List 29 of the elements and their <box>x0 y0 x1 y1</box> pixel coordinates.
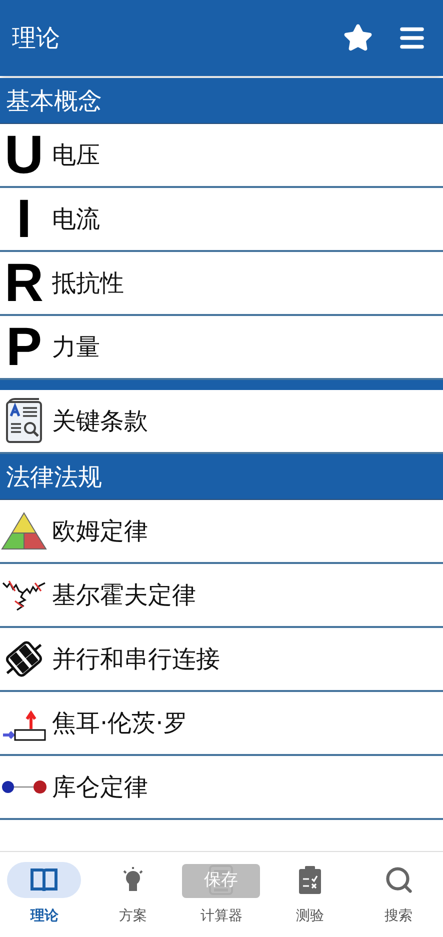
item-label: 抵抗性 <box>52 268 124 299</box>
item-label: 电压 <box>52 140 100 171</box>
charges-icon <box>1 779 47 795</box>
item-label: 库仑定律 <box>52 772 148 803</box>
star-icon <box>343 23 373 53</box>
item-label: 焦耳·伦茨·罗 <box>52 708 188 739</box>
page-title: 理论 <box>12 23 61 54</box>
item-label: 电流 <box>52 204 100 235</box>
triangle-icon <box>1 511 47 551</box>
letter-symbol: P <box>6 320 42 374</box>
book-icon <box>30 867 58 893</box>
item-label: 关键条款 <box>52 406 148 437</box>
item-label: 基尔霍夫定律 <box>52 580 196 611</box>
section-header: 基本概念 <box>0 78 443 124</box>
toast-message: 保存 <box>182 864 260 898</box>
item-label: 欧姆定律 <box>52 516 148 547</box>
item-label: 力量 <box>52 332 100 363</box>
nav-tab[interactable]: 搜索 <box>354 852 443 937</box>
letter-symbol: I <box>16 192 32 246</box>
clipboard-icon <box>298 865 322 895</box>
book-icon <box>5 398 43 444</box>
letter-symbol: R <box>4 256 44 310</box>
item-label: 并行和串行连接 <box>52 644 220 675</box>
nav-tab[interactable]: 理论 <box>0 852 89 937</box>
nav-tab[interactable]: 方案 <box>88 852 178 937</box>
nav-tab[interactable]: 测验 <box>266 852 354 937</box>
letter-symbol: U <box>4 128 44 182</box>
section-header: 法律法规 <box>0 454 443 500</box>
search-icon <box>384 865 414 895</box>
